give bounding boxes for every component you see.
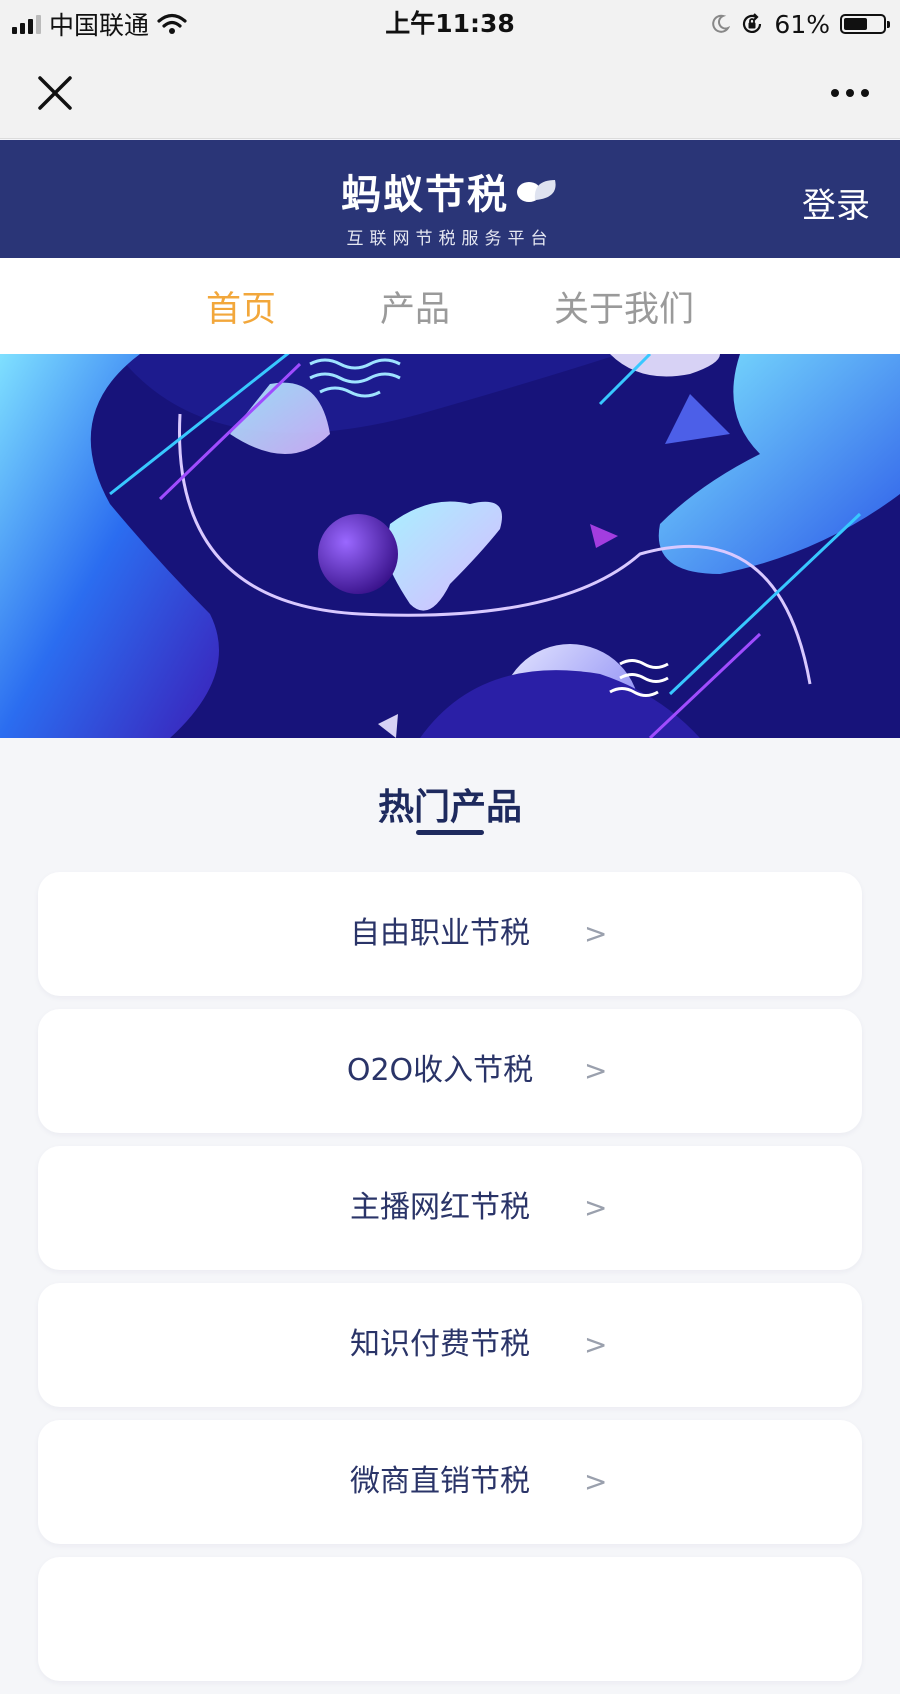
battery-percent: 61% [774, 9, 830, 39]
product-card-o2o[interactable]: O2O收入节税 > [38, 1009, 862, 1133]
brand-name-row: 蚂蚁节税 [341, 162, 559, 220]
product-card-streamer[interactable]: 主播网红节税 > [38, 1146, 862, 1270]
hero-banner[interactable] [0, 354, 900, 738]
status-right: 61% [710, 0, 890, 48]
orientation-lock-icon [743, 13, 762, 33]
main-tabs: 首页 产品 关于我们 [0, 258, 900, 354]
signal-icon [12, 14, 41, 34]
product-label: 自由职业节税 [350, 916, 530, 951]
chevron-right-icon: > [584, 1054, 608, 1087]
carrier-label: 中国联通 [49, 11, 150, 40]
moon-icon [712, 14, 731, 33]
chevron-right-icon: > [584, 1465, 608, 1498]
navigation-bar [0, 48, 900, 139]
close-icon [38, 76, 72, 110]
more-icon-dot [861, 89, 869, 97]
battery-icon [840, 14, 890, 34]
product-label: O2O收入节税 [346, 1053, 534, 1088]
status-bar: 中国联通 上午11:38 61% [0, 0, 900, 48]
chevron-right-icon: > [584, 1328, 608, 1361]
login-button[interactable]: 登录 [802, 178, 870, 227]
tab-about-us[interactable]: 关于我们 [554, 281, 694, 332]
product-label: 微商直销节税 [350, 1464, 530, 1499]
more-icon-dot [846, 89, 854, 97]
product-label: 主播网红节税 [350, 1190, 530, 1225]
more-button[interactable] [820, 70, 880, 116]
product-label: 知识付费节税 [350, 1327, 530, 1362]
chevron-right-icon: > [584, 917, 608, 950]
brand-tagline: 互联网节税服务平台 [346, 229, 554, 249]
product-card-freelance[interactable]: 自由职业节税 > [38, 872, 862, 996]
product-card-partial[interactable] [38, 1557, 862, 1681]
wifi-icon [157, 13, 187, 34]
product-card-wechat-sales[interactable]: 微商直销节税 > [38, 1420, 862, 1544]
tab-home[interactable]: 首页 [206, 281, 276, 332]
brand-logo[interactable]: 蚂蚁节税 互联网节税服务平台 [0, 162, 900, 249]
tab-products[interactable]: 产品 [380, 281, 450, 332]
close-button[interactable] [28, 66, 82, 120]
section-title: 热门产品 [377, 787, 522, 828]
brand-header: 蚂蚁节税 互联网节税服务平台 登录 [0, 140, 900, 258]
battery-fill [844, 18, 867, 30]
section-title-underline [416, 830, 484, 835]
banner-artwork [0, 354, 900, 738]
more-icon [831, 89, 839, 97]
status-left: 中国联通 [12, 0, 187, 48]
product-list: 自由职业节税 > O2O收入节税 > 主播网红节税 > 知识付费节税 > 微商直… [38, 872, 862, 1694]
leaf-logo-icon [517, 180, 556, 202]
brand-name: 蚂蚁节税 [341, 172, 509, 218]
chevron-right-icon: > [584, 1191, 608, 1224]
product-card-knowledge[interactable]: 知识付费节税 > [38, 1283, 862, 1407]
